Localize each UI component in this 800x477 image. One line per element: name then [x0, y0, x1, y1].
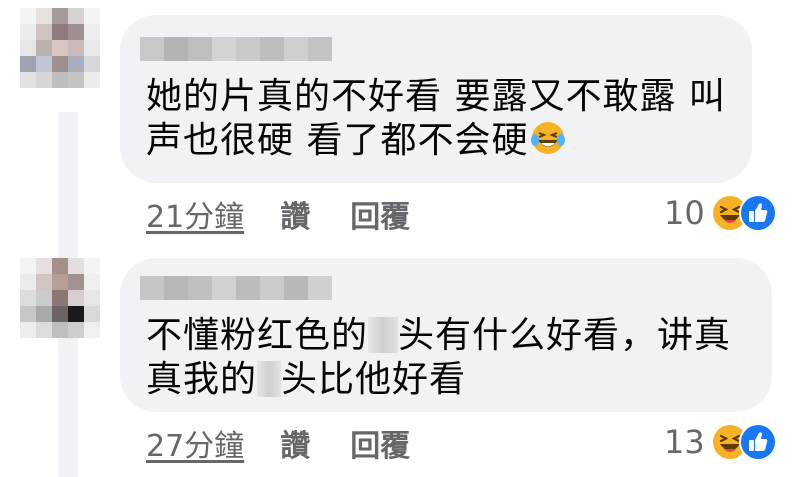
reactions-summary[interactable]: 13: [664, 420, 777, 464]
reply-button[interactable]: 回覆: [350, 421, 410, 465]
censored-word-blur: [257, 361, 282, 397]
comment-text-part: 头比他好看: [281, 359, 467, 400]
censored-word-blur: [368, 317, 399, 353]
like-button[interactable]: 讚: [280, 192, 310, 236]
comment-text-line-1: 不懂粉红色的 头有什么好看，讲真: [146, 314, 731, 358]
comment-text-part: 头有什么好看，讲真: [398, 315, 732, 356]
commenter-name-blurred[interactable]: [140, 276, 332, 300]
comment-bubble: 她的片真的不好看 要露又不敢露 叫 声也很硬 看了都不会硬: [120, 15, 752, 183]
avatar[interactable]: [20, 8, 100, 88]
comment-text-part: 不懂粉红色的: [146, 315, 369, 356]
avatar[interactable]: [20, 258, 100, 338]
comment-timestamp-link[interactable]: 21分鐘: [146, 192, 244, 236]
reply-button[interactable]: 回覆: [350, 192, 410, 236]
comment-text-line-2: 声也很硬 看了都不会硬: [146, 119, 566, 163]
like-button[interactable]: 讚: [280, 421, 310, 465]
comment-actions: 27分鐘 讚 回覆: [146, 421, 410, 465]
comment-text-part: 真我的: [146, 359, 258, 400]
comment-bubble: 不懂粉红色的 头有什么好看，讲真 真我的 头比他好看: [120, 258, 772, 412]
comment-timestamp-link[interactable]: 27分鐘: [146, 421, 244, 465]
commenter-name-blurred[interactable]: [140, 37, 332, 61]
tears-of-joy-emoji-icon: [531, 122, 566, 154]
comment-thread: 她的片真的不好看 要露又不敢露 叫 声也很硬 看了都不会硬 21分鐘 讚 回覆 …: [0, 0, 800, 477]
reactions-summary[interactable]: 10: [664, 191, 777, 235]
comment-text-line-2: 真我的 头比他好看: [146, 358, 466, 402]
comment-text-line-1: 她的片真的不好看 要露又不敢露 叫: [146, 76, 726, 117]
comment-text-line-2-text: 声也很硬 看了都不会硬: [146, 120, 529, 161]
comment-actions: 21分鐘 讚 回覆: [146, 192, 410, 236]
reaction-count: 13: [664, 423, 705, 461]
thumbs-up-icon: [738, 423, 777, 461]
thumbs-up-icon: [738, 194, 777, 232]
reaction-count: 10: [664, 194, 705, 232]
